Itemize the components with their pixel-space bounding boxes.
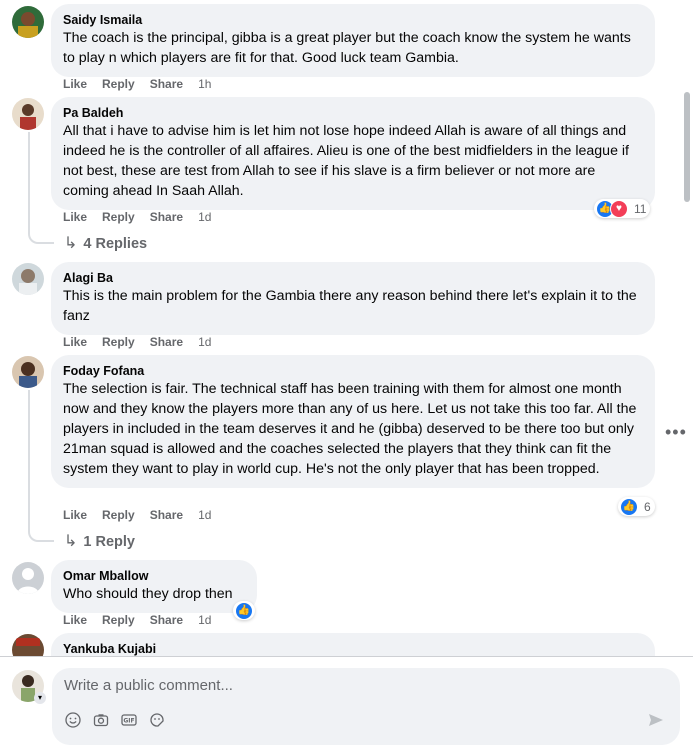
avatar[interactable] — [12, 562, 44, 594]
gif-icon[interactable]: GIF — [120, 712, 138, 730]
share-button[interactable]: Share — [150, 210, 183, 224]
like-button[interactable]: Like — [63, 335, 87, 349]
like-button[interactable]: Like — [63, 77, 87, 91]
comment-bubble: Foday Fofana The selection is fair. The … — [51, 355, 655, 488]
comment-author[interactable]: Alagi Ba — [63, 270, 643, 286]
reply-arrow-icon: ↳ — [64, 533, 78, 550]
comment-bubble: Alagi Ba This is the main problem for th… — [51, 262, 655, 335]
comment-text: The selection is fair. The technical sta… — [63, 381, 637, 477]
share-button[interactable]: Share — [150, 508, 183, 522]
comment-bubble: Saidy Ismaila The coach is the principal… — [51, 4, 655, 77]
like-icon: 👍 — [620, 497, 638, 516]
scrollbar[interactable] — [684, 92, 690, 202]
comment-actions: Like Reply Share 1d — [63, 210, 226, 224]
view-replies-link[interactable]: ↳ 1 Reply — [64, 531, 135, 551]
share-button[interactable]: Share — [150, 335, 183, 349]
comment-input[interactable] — [62, 676, 566, 695]
avatar[interactable] — [12, 98, 44, 130]
avatar[interactable] — [12, 634, 44, 656]
reply-arrow-icon: ↳ — [64, 235, 78, 252]
comment-composer: GIF — [52, 668, 680, 745]
comment-actions: Like Reply Share 1h — [63, 77, 226, 91]
chevron-down-icon[interactable]: ▾ — [34, 692, 46, 704]
comment-actions: Like Reply Share 1d — [63, 335, 226, 349]
thread-line — [28, 132, 54, 244]
avatar[interactable] — [12, 263, 44, 295]
comment-time[interactable]: 1d — [198, 210, 211, 224]
replies-count: 1 Reply — [83, 534, 135, 550]
reply-button[interactable]: Reply — [102, 77, 135, 91]
reply-button[interactable]: Reply — [102, 508, 135, 522]
sticker-icon[interactable] — [148, 712, 166, 730]
reply-button[interactable]: Reply — [102, 335, 135, 349]
share-button[interactable]: Share — [150, 613, 183, 627]
view-replies-link[interactable]: ↳ 4 Replies — [64, 233, 147, 253]
replies-count: 4 Replies — [83, 236, 148, 252]
comment-author[interactable]: Pa Baldeh — [63, 105, 643, 121]
reaction-summary[interactable]: 👍 — [233, 601, 255, 620]
reply-button[interactable]: Reply — [102, 210, 135, 224]
like-button[interactable]: Like — [63, 210, 87, 224]
comment-text: Who should they drop then — [63, 586, 233, 602]
reaction-count: 11 — [634, 201, 647, 216]
comment-text: All that i have to advise him is let him… — [63, 123, 630, 199]
reaction-summary[interactable]: 👍 6 — [618, 497, 655, 516]
comment-author[interactable]: Omar Mballow — [63, 568, 245, 584]
emoji-icon[interactable] — [64, 712, 82, 730]
comment-actions: Like Reply Share 1d — [63, 613, 226, 627]
camera-icon[interactable] — [92, 712, 110, 730]
comment-author[interactable]: Yankuba Kujabi — [63, 641, 643, 656]
send-icon[interactable] — [648, 712, 664, 733]
like-button[interactable]: Like — [63, 613, 87, 627]
svg-text:GIF: GIF — [123, 718, 134, 725]
comment-time[interactable]: 1d — [198, 335, 211, 349]
reaction-summary[interactable]: 👍 ♥ 11 — [594, 199, 651, 218]
comment-time[interactable]: 1d — [198, 508, 211, 522]
thread-line — [28, 390, 54, 542]
comment-bubble: Omar Mballow Who should they drop then — [51, 560, 257, 613]
like-icon: 👍 — [235, 601, 253, 620]
like-button[interactable]: Like — [63, 508, 87, 522]
love-icon: ♥ — [610, 199, 628, 218]
more-options-icon[interactable]: ••• — [665, 422, 687, 443]
comment-bubble: Pa Baldeh All that i have to advise him … — [51, 97, 655, 210]
comment-author[interactable]: Foday Fofana — [63, 363, 643, 379]
avatar[interactable] — [12, 356, 44, 388]
avatar[interactable] — [12, 6, 44, 38]
comment-bubble: Yankuba Kujabi — [51, 633, 655, 656]
comments-list[interactable]: Saidy Ismaila The coach is the principal… — [0, 0, 693, 656]
comment-text: The coach is the principal, gibba is a g… — [63, 30, 631, 66]
comment-author[interactable]: Saidy Ismaila — [63, 12, 643, 28]
comment-time[interactable]: 1d — [198, 613, 211, 627]
comment-actions: Like Reply Share 1d — [63, 508, 226, 522]
reply-button[interactable]: Reply — [102, 613, 135, 627]
divider — [0, 656, 693, 657]
comment-time[interactable]: 1h — [198, 77, 211, 91]
reaction-count: 6 — [644, 499, 651, 514]
comment-text: This is the main problem for the Gambia … — [63, 288, 637, 324]
share-button[interactable]: Share — [150, 77, 183, 91]
